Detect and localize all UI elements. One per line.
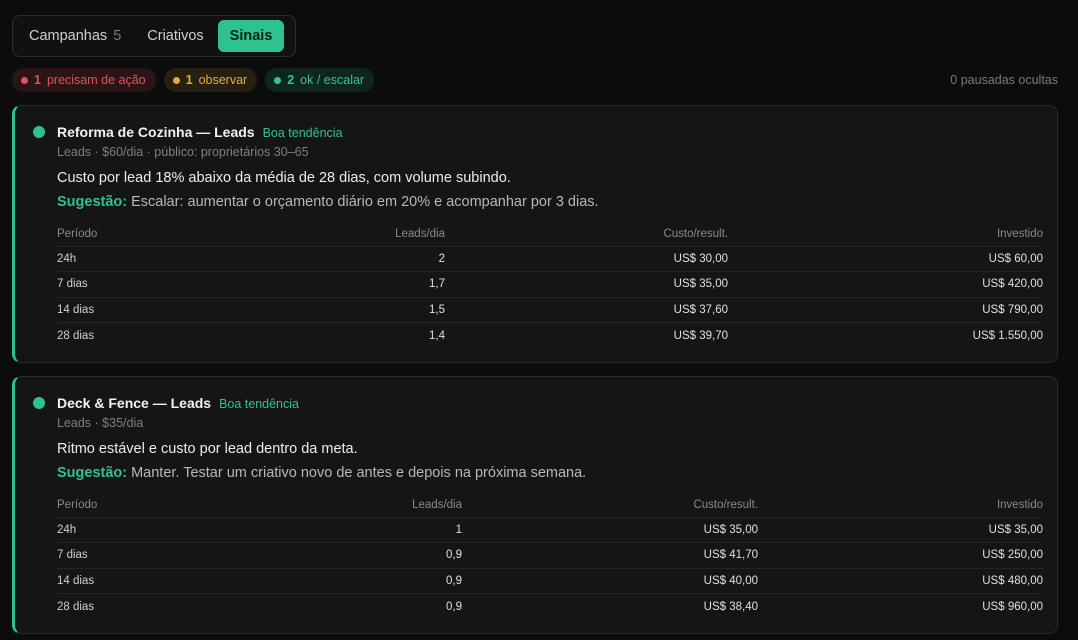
filter-label: precisam de ação — [46, 73, 146, 87]
suggestion: Sugestão: Manter. Testar um criativo novo… — [57, 465, 586, 481]
signal-summary: Custo por lead 18% abaixo da média de 28… — [57, 170, 511, 186]
cell-period: 24h — [57, 246, 217, 272]
cell-cost: US$ 30,00 — [445, 246, 728, 272]
cell-period: 7 dias — [57, 542, 217, 569]
cell-leads: 0,9 — [446, 600, 462, 613]
col-period: Período — [57, 493, 217, 518]
cell-period: 7 dias — [57, 271, 217, 298]
status-dot-icon — [33, 397, 45, 409]
cell-spent: US$ 420,00 — [728, 271, 1043, 298]
campaign-meta: Leads · $60/dia · público: proprietários… — [57, 145, 309, 159]
green-dot-icon — [274, 76, 282, 84]
filter-label: ok / escalar — [300, 73, 365, 87]
col-leads: Leads/dia — [217, 493, 462, 518]
table-row: 7 dias 1,7 US$ 35,00 US$ 420,00 — [57, 271, 1043, 298]
suggestion: Sugestão: Escalar: aumentar o orçamento d… — [57, 194, 599, 210]
cell-cost: US$ 38,40 — [703, 600, 758, 613]
table-header-row: Período Leads/dia Custo/result. Investid… — [57, 222, 1043, 247]
col-spent: Investido — [758, 493, 1043, 518]
filter-ok-scale[interactable]: 2 ok / escalar — [265, 68, 375, 92]
cell-cost: US$ 41,70 — [462, 542, 758, 569]
col-leads: Leads/dia — [217, 222, 445, 247]
cell-spent: US$ 250,00 — [758, 542, 1043, 569]
cell-period: 28 dias — [57, 600, 95, 613]
status-filters: 1 precisam de ação 1 observar 2 ok / esc… — [12, 68, 375, 92]
tab-criativos[interactable]: Criativos — [135, 20, 215, 52]
cell-spent: US$ 790,00 — [728, 297, 1043, 323]
cell-leads: 1,4 — [429, 329, 445, 342]
table-row: 24h 2 US$ 30,00 US$ 60,00 — [57, 246, 1043, 272]
table-row: 7 dias 0,9 US$ 41,70 US$ 250,00 — [57, 542, 1043, 569]
trend-badge: Boa tendência — [219, 397, 299, 411]
tab-label: Sinais — [229, 28, 273, 44]
table-row: 24h 1 US$ 35,00 US$ 35,00 — [57, 517, 1043, 543]
cell-period: 24h — [57, 517, 217, 543]
metrics-table: Período Leads/dia Custo/result. Investid… — [57, 493, 1043, 619]
col-spent: Investido — [728, 222, 1043, 247]
col-cost: Custo/result. — [462, 493, 758, 518]
cell-cost: US$ 35,00 — [445, 271, 728, 298]
cell-spent: US$ 35,00 — [758, 517, 1043, 543]
cell-cost: US$ 39,70 — [673, 329, 728, 342]
cell-leads: 2 — [217, 246, 445, 272]
col-period: Período — [57, 222, 217, 247]
cell-cost: US$ 35,00 — [462, 517, 758, 543]
cell-spent: US$ 60,00 — [728, 246, 1043, 272]
table-header-row: Período Leads/dia Custo/result. Investid… — [57, 493, 1043, 518]
signal-summary: Ritmo estável e custo por lead dentro da… — [57, 441, 358, 457]
hidden-paused-toggle[interactable]: 0 pausadas ocultas — [950, 73, 1058, 87]
filter-needs-action[interactable]: 1 precisam de ação — [12, 68, 156, 92]
suggestion-text: Escalar: aumentar o orçamento diário em … — [131, 194, 599, 210]
filter-observe[interactable]: 1 observar — [163, 68, 258, 92]
suggestion-text: Manter. Testar um criativo novo de antes… — [131, 465, 587, 481]
filter-label: observar — [198, 73, 248, 87]
cell-leads: 1,7 — [217, 271, 445, 298]
cell-period: 14 dias — [57, 297, 217, 323]
filter-count: 1 — [185, 73, 193, 87]
campaign-card: Deck & Fence — Leads Boa tendência Leads… — [12, 376, 1058, 634]
cell-period: 14 dias — [57, 568, 217, 594]
view-tabs: Campanhas 5 Criativos Sinais — [12, 15, 296, 57]
cell-leads: 1,5 — [217, 297, 445, 323]
trend-badge: Boa tendência — [262, 126, 343, 140]
suggestion-label: Sugestão: — [57, 465, 128, 481]
cell-leads: 0,9 — [217, 542, 462, 569]
campaign-title[interactable]: Deck & Fence — Leads — [57, 395, 211, 411]
cell-spent: US$ 1.550,00 — [972, 329, 1043, 342]
amber-dot-icon — [172, 76, 180, 84]
metrics-table: Período Leads/dia Custo/result. Investid… — [57, 222, 1043, 348]
table-row: 28 dias 1,4 US$ 39,70 US$ 1.550,00 — [57, 323, 1043, 349]
col-cost: Custo/result. — [445, 222, 728, 247]
filter-count: 1 — [34, 73, 41, 87]
cell-cost: US$ 37,60 — [445, 297, 728, 323]
status-dot-icon — [33, 126, 45, 138]
cell-spent: US$ 480,00 — [758, 568, 1043, 594]
cell-spent: US$ 960,00 — [982, 600, 1043, 613]
tab-label: Criativos — [147, 28, 204, 44]
tab-count: 5 — [113, 28, 122, 44]
cell-leads: 0,9 — [217, 568, 462, 594]
table-row: 14 dias 0,9 US$ 40,00 US$ 480,00 — [57, 568, 1043, 594]
tab-campanhas[interactable]: Campanhas 5 — [17, 20, 133, 52]
tab-sinais[interactable]: Sinais — [217, 20, 285, 52]
red-dot-icon — [21, 76, 28, 84]
tab-label: Campanhas — [29, 28, 108, 44]
table-row: 28 dias 0,9 US$ 38,40 US$ 960,00 — [57, 594, 1043, 620]
filter-count: 2 — [287, 73, 295, 87]
cell-cost: US$ 40,00 — [462, 568, 758, 594]
cell-period: 28 dias — [57, 329, 95, 342]
cell-leads: 1 — [217, 517, 462, 543]
campaign-card: Reforma de Cozinha — Leads Boa tendência… — [12, 105, 1058, 363]
campaign-title[interactable]: Reforma de Cozinha — Leads — [57, 124, 255, 140]
suggestion-label: Sugestão: — [57, 194, 128, 210]
table-row: 14 dias 1,5 US$ 37,60 US$ 790,00 — [57, 297, 1043, 323]
campaign-meta: Leads · $35/dia — [57, 416, 144, 430]
